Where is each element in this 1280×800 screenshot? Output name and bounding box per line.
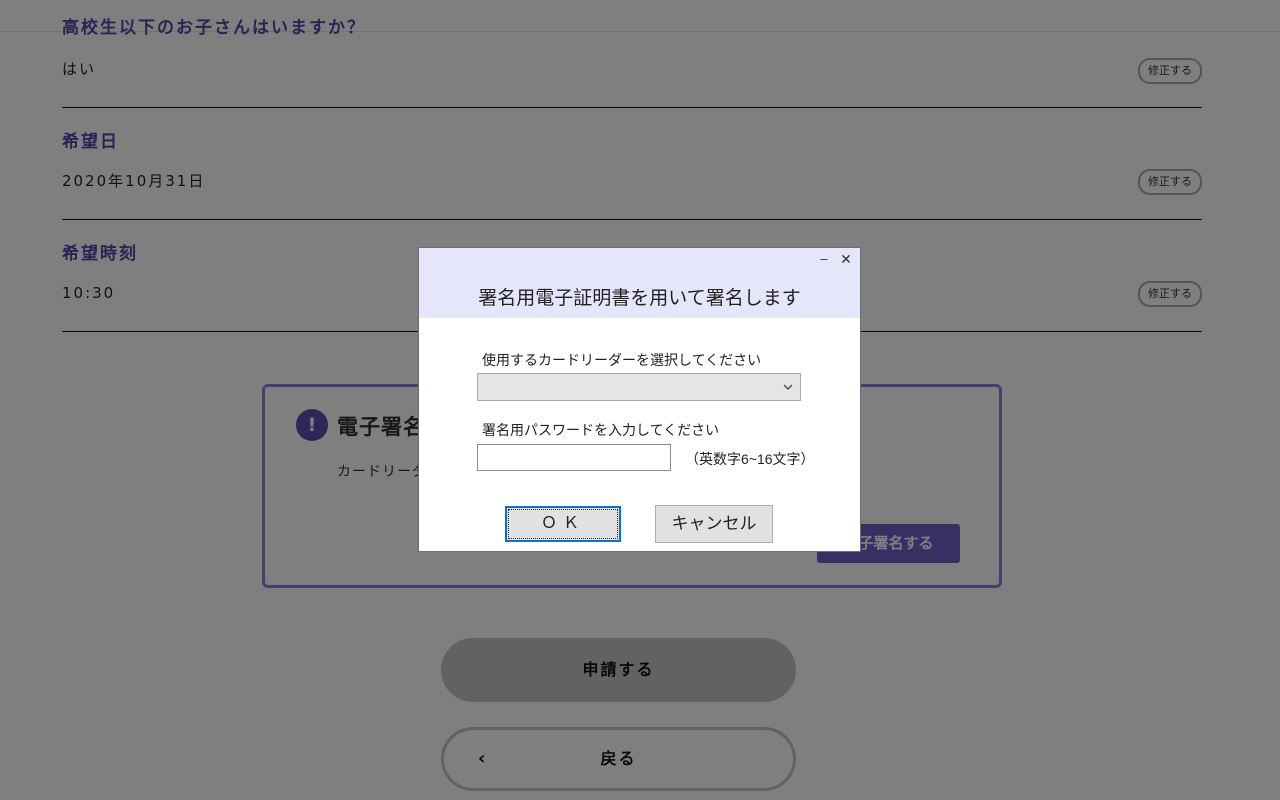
close-icon[interactable]: ✕ bbox=[840, 252, 852, 266]
password-hint: （英数字6~16文字） bbox=[685, 451, 815, 467]
card-reader-label: 使用するカードリーダーを選択してください bbox=[482, 352, 762, 368]
ok-button[interactable]: ＯＫ bbox=[505, 506, 621, 542]
chevron-down-icon bbox=[783, 384, 793, 390]
dialog-title: 署名用電子証明書を用いて署名します bbox=[478, 288, 801, 309]
password-label: 署名用パスワードを入力してください bbox=[482, 422, 720, 438]
focus-ring bbox=[508, 509, 618, 539]
card-reader-select[interactable] bbox=[477, 373, 801, 401]
password-input[interactable] bbox=[477, 444, 671, 471]
cancel-button[interactable]: キャンセル bbox=[655, 505, 773, 543]
signature-dialog: – ✕ 署名用電子証明書を用いて署名します 使用するカードリーダーを選択してくだ… bbox=[418, 247, 861, 552]
minimize-icon[interactable]: – bbox=[818, 252, 830, 266]
dialog-header: – ✕ 署名用電子証明書を用いて署名します bbox=[419, 248, 860, 318]
